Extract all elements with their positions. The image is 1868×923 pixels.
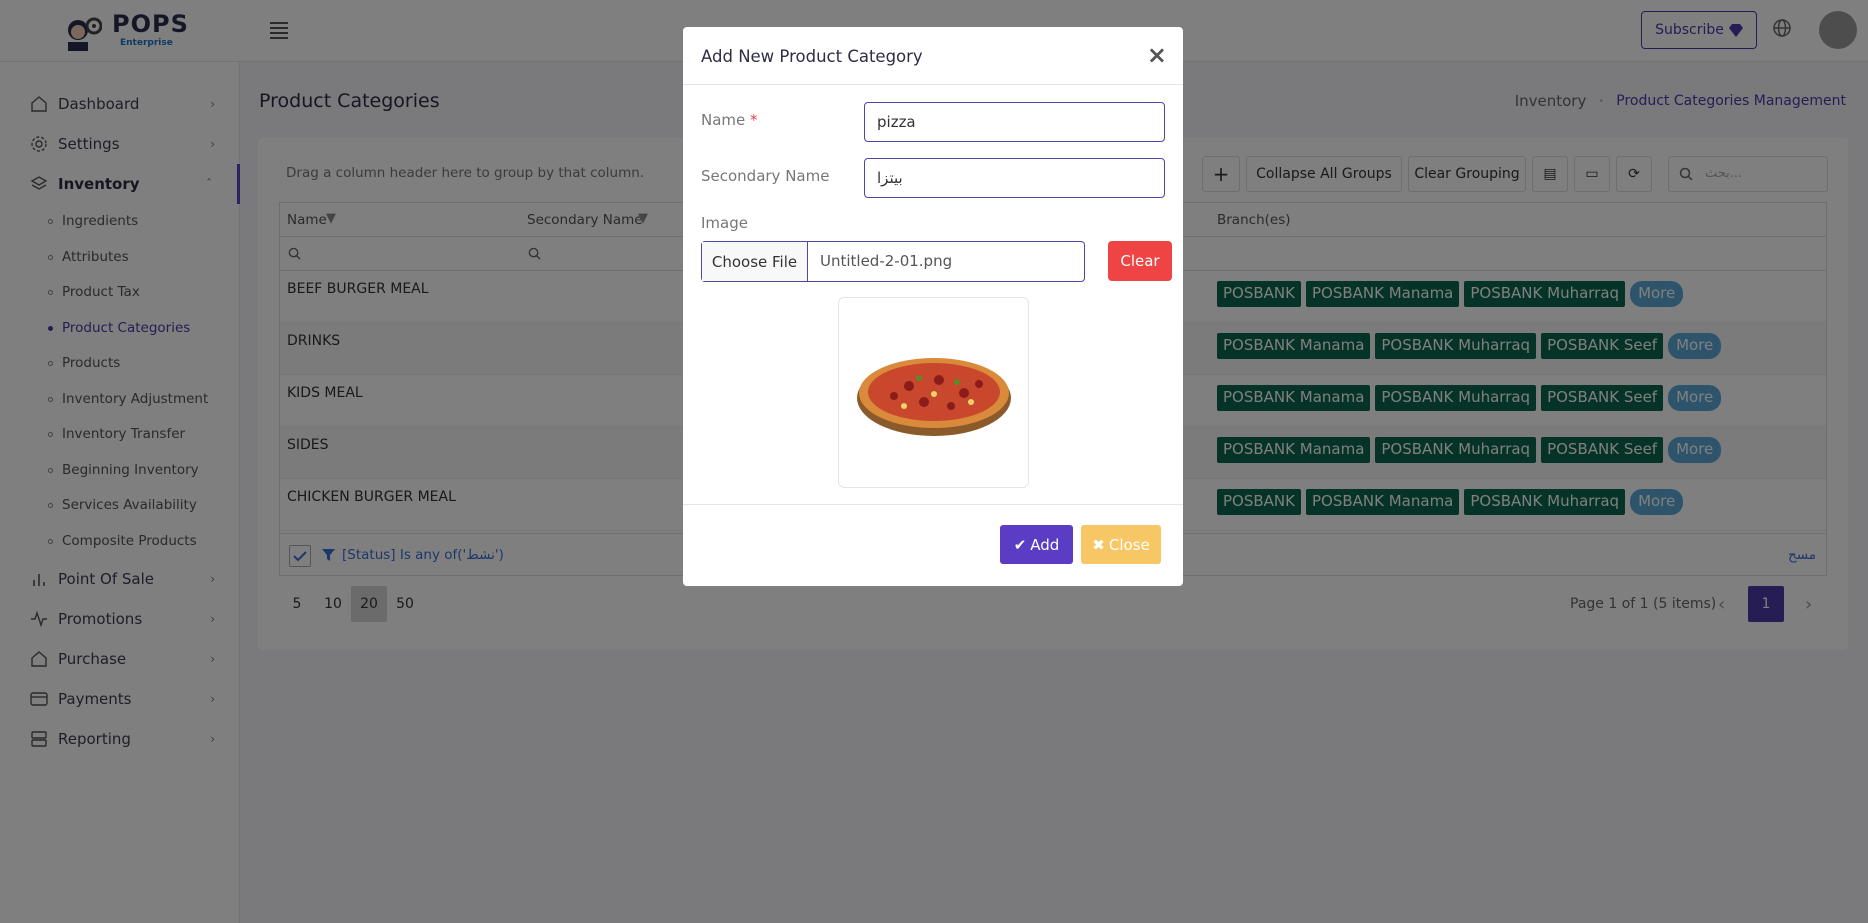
pizza-image (857, 358, 1011, 436)
clear-image-button[interactable]: Clear (1108, 241, 1172, 281)
name-field[interactable]: pizza (864, 102, 1165, 142)
add-category-modal: Add New Product Category × Name * pizza … (683, 27, 1183, 586)
modal-footer: ✔ Add ✖ Close (683, 504, 1183, 586)
close-label: Close (1108, 535, 1150, 554)
add-button[interactable]: ✔ Add (1000, 525, 1073, 564)
image-preview (838, 297, 1029, 488)
modal-header: Add New Product Category × (683, 27, 1183, 85)
choose-file-button[interactable]: Choose File (702, 242, 808, 281)
secondary-name-field[interactable]: بيتزا (864, 158, 1165, 198)
close-icon[interactable]: × (1147, 41, 1167, 69)
name-label-text: Name (701, 111, 746, 129)
image-label: Image (701, 214, 748, 232)
required-mark: * (750, 111, 758, 129)
image-file-input[interactable]: Choose File Untitled-2-01.png (701, 241, 1085, 282)
name-label: Name * (701, 111, 758, 129)
add-label: Add (1030, 535, 1060, 554)
check-icon: ✔ (1013, 535, 1027, 554)
secondary-name-label: Secondary Name (701, 167, 830, 185)
modal-title: Add New Product Category (701, 47, 923, 66)
close-button[interactable]: ✖ Close (1081, 525, 1161, 564)
file-name: Untitled-2-01.png (820, 252, 953, 270)
close-icon: ✖ (1092, 535, 1105, 554)
